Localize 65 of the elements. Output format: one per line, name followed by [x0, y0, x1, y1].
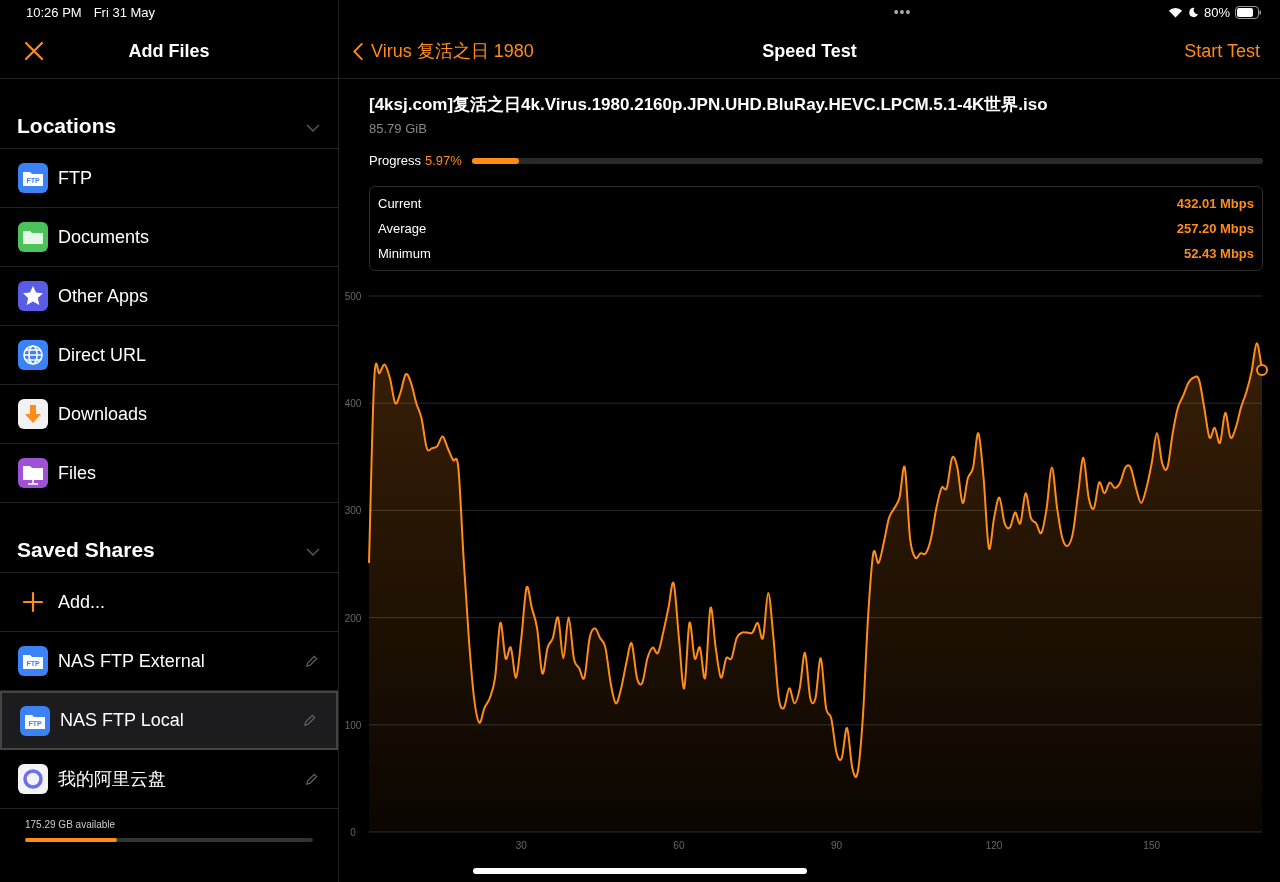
- item-label: NAS FTP External: [58, 650, 206, 672]
- download-icon: [18, 399, 48, 429]
- item-label: NAS FTP Local: [60, 710, 185, 731]
- status-date: Fri 31 May: [93, 4, 156, 20]
- folder-icon: [18, 222, 48, 252]
- item-label: Add...: [58, 591, 107, 613]
- y-tick-label: 400: [344, 398, 362, 410]
- pencil-icon[interactable]: [305, 772, 318, 786]
- stat-label: Current: [378, 196, 422, 211]
- sidebar-item[interactable]: Downloads: [0, 385, 338, 444]
- progress-value: 5.97%: [425, 153, 462, 168]
- sidebar-item[interactable]: Files: [0, 444, 338, 503]
- x-tick-label: 150: [1143, 840, 1161, 851]
- stat-value: 257.20 Mbps: [1176, 221, 1254, 236]
- item-label: Documents: [58, 226, 151, 248]
- close-icon[interactable]: [24, 41, 44, 61]
- battery-icon: [1235, 5, 1262, 19]
- section-title: Locations: [17, 114, 117, 138]
- pencil-icon[interactable]: [303, 714, 316, 727]
- folder-icon: [18, 458, 48, 488]
- file-name: [4ksj.com]复活之日4k.Virus.1980.2160p.JPN.UHD.BluRay.HEVC.LPCM.5.1-4K世界.iso: [369, 94, 1049, 116]
- progress-label: Progress: [369, 153, 422, 168]
- sidebar-item[interactable]: Direct URL: [0, 326, 338, 385]
- x-tick-label: 120: [985, 840, 1003, 851]
- pencil-icon[interactable]: [305, 654, 318, 668]
- sidebar-title: Add Files: [128, 40, 210, 62]
- file-size: 85.79 GiB: [369, 121, 428, 136]
- sidebar-item[interactable]: Add...: [0, 573, 338, 632]
- end-point-marker: [1256, 363, 1268, 376]
- item-label: Files: [58, 462, 97, 484]
- start-test-button[interactable]: Start Test: [1182, 38, 1262, 64]
- wifi-icon: [1167, 6, 1183, 18]
- stat-value: 52.43 Mbps: [1183, 246, 1254, 261]
- y-tick-label: 100: [344, 719, 362, 731]
- x-tick-label: 30: [515, 840, 527, 851]
- x-tick-label: 60: [673, 840, 685, 851]
- chevron-icon[interactable]: [306, 124, 320, 132]
- sidebar-item[interactable]: 我的阿里云盘: [0, 750, 338, 809]
- back-button[interactable]: Virus 复活之日 1980: [351, 37, 536, 65]
- status-time: 10:26 PM: [26, 4, 82, 20]
- item-label: Downloads: [58, 403, 149, 425]
- y-tick-label: 300: [344, 505, 362, 517]
- sidebar-item[interactable]: Documents: [0, 208, 338, 267]
- chevron-icon[interactable]: [306, 548, 320, 556]
- item-label: FTP: [58, 167, 93, 189]
- back-chevron-icon: [353, 42, 363, 60]
- section-title: Saved Shares: [17, 538, 155, 562]
- stat-label: Minimum: [378, 246, 431, 261]
- x-tick-label: 90: [830, 840, 843, 851]
- cloud-drive-icon: [18, 764, 48, 794]
- globe-icon: [18, 340, 48, 370]
- y-tick-label: 200: [344, 612, 362, 624]
- sidebar-item[interactable]: Other Apps: [0, 267, 338, 326]
- stat-label: Average: [378, 221, 427, 236]
- item-label: Direct URL: [58, 344, 147, 366]
- multitask-dots[interactable]: •••: [893, 4, 912, 20]
- item-label: Other Apps: [58, 285, 150, 307]
- item-label: 我的阿里云盘: [58, 768, 167, 791]
- page-title: Speed Test: [762, 40, 857, 62]
- y-tick-label: 0: [350, 827, 356, 838]
- y-tick-label: 500: [344, 291, 362, 302]
- stat-value: 432.01 Mbps: [1176, 196, 1254, 211]
- storage-label: 175.29 GB available: [25, 819, 117, 830]
- battery-percent: 80%: [1203, 4, 1230, 20]
- moon-icon: [1187, 6, 1199, 18]
